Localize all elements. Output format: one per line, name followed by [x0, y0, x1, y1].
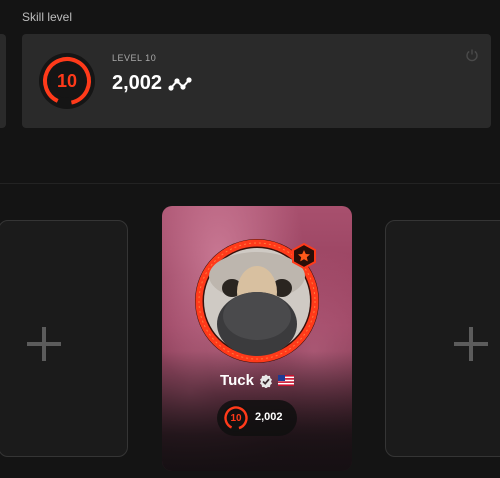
add-player-slot-left[interactable]	[0, 220, 128, 457]
player-skill-pill: 10 2,002	[217, 400, 297, 436]
player-card[interactable]: Tuck 10 2,002	[162, 206, 352, 471]
mini-skill-level: 10	[230, 412, 242, 424]
plus-icon	[452, 325, 490, 368]
mini-skill-gauge: 10	[222, 404, 250, 432]
star-badge-icon	[291, 242, 317, 274]
level-label: LEVEL 10	[112, 53, 157, 63]
player-name-row: Tuck	[162, 372, 352, 389]
us-flag-icon	[277, 375, 294, 386]
elo-value: 2,002	[112, 72, 163, 94]
plus-icon	[25, 325, 63, 368]
power-icon[interactable]	[465, 48, 479, 67]
verified-check-icon	[259, 374, 273, 388]
skill-level-number: 10	[56, 70, 78, 91]
elo-row: 2,002	[112, 72, 192, 95]
add-player-slot-right[interactable]	[385, 220, 500, 457]
mini-elo-value: 2,002	[255, 411, 283, 423]
skill-level-card: 10 LEVEL 10 2,002	[22, 34, 491, 128]
skill-level-gauge: 10	[38, 52, 96, 110]
section-divider	[0, 183, 500, 184]
player-name[interactable]: Tuck	[220, 372, 254, 389]
section-title: Skill level	[22, 10, 73, 24]
elo-graph-icon	[168, 76, 192, 92]
previous-card-edge[interactable]	[0, 34, 6, 128]
